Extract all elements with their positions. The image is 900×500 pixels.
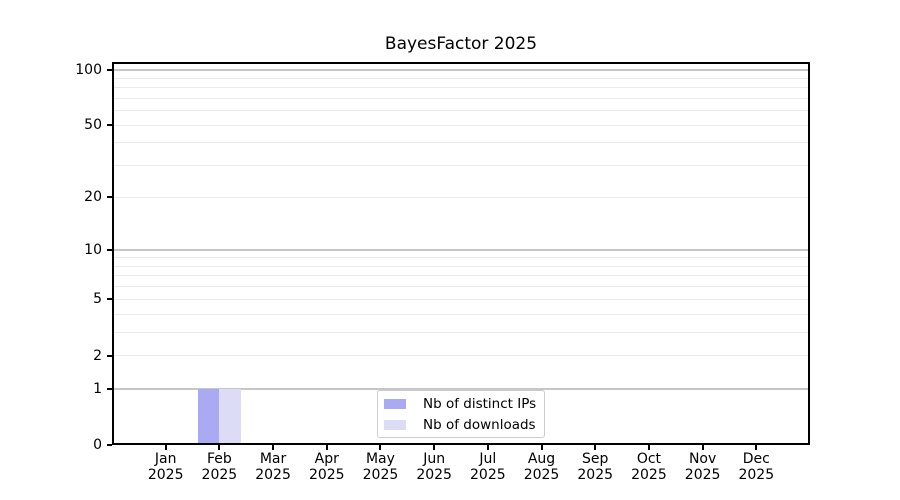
x-tick-label: Dec 2025 — [738, 451, 775, 483]
x-tick-mark — [540, 445, 543, 450]
x-tick-mark — [594, 445, 597, 450]
bar-downloads — [219, 388, 241, 443]
x-tick-mark — [325, 445, 328, 450]
x-tick-mark — [486, 445, 489, 450]
y-tick-label: 0 — [93, 437, 102, 453]
y-tick-label: 100 — [75, 61, 102, 78]
y-tick-mark — [107, 248, 112, 251]
chart-title: BayesFactor 2025 — [384, 34, 538, 54]
y-tick-mark — [107, 124, 112, 127]
legend-item-distinct-ips: Nb of distinct IPs — [384, 395, 544, 413]
x-tick-mark — [218, 445, 221, 450]
x-tick-mark — [164, 445, 167, 450]
x-tick-mark — [433, 445, 436, 450]
x-tick-mark — [379, 445, 382, 450]
y-tick-label: 10 — [84, 241, 102, 258]
y-tick-mark — [107, 298, 112, 301]
y-tick-label: 2 — [93, 347, 102, 364]
y-tick-mark — [107, 387, 112, 390]
legend-label-distinct-ips: Nb of distinct IPs — [423, 395, 537, 412]
x-tick-mark — [272, 445, 275, 450]
y-tick-label: 5 — [93, 291, 102, 308]
legend-swatch-downloads-icon — [384, 419, 406, 430]
y-tick-mark — [107, 444, 112, 446]
legend-label-downloads: Nb of downloads — [423, 416, 536, 433]
x-tick-mark — [701, 445, 704, 450]
y-tick-label: 50 — [84, 117, 102, 134]
y-tick-label: 1 — [93, 380, 102, 397]
chart-figure: BayesFactor 2025 0 1 2 5 10 20 50 100 Jan 2025 Fe… — [0, 0, 900, 500]
legend-item-downloads: Nb of downloads — [384, 416, 544, 434]
y-tick-mark — [107, 68, 112, 71]
y-tick-mark — [107, 196, 112, 199]
x-tick-mark — [755, 445, 758, 450]
x-tick-mark — [647, 445, 650, 450]
y-tick-mark — [107, 354, 112, 357]
y-tick-label: 20 — [84, 189, 102, 206]
plot-area — [112, 62, 810, 445]
bar-distinct-ips — [197, 388, 220, 443]
legend: Nb of distinct IPs Nb of downloads — [377, 390, 545, 438]
legend-swatch-distinct-ips-icon — [384, 398, 406, 409]
